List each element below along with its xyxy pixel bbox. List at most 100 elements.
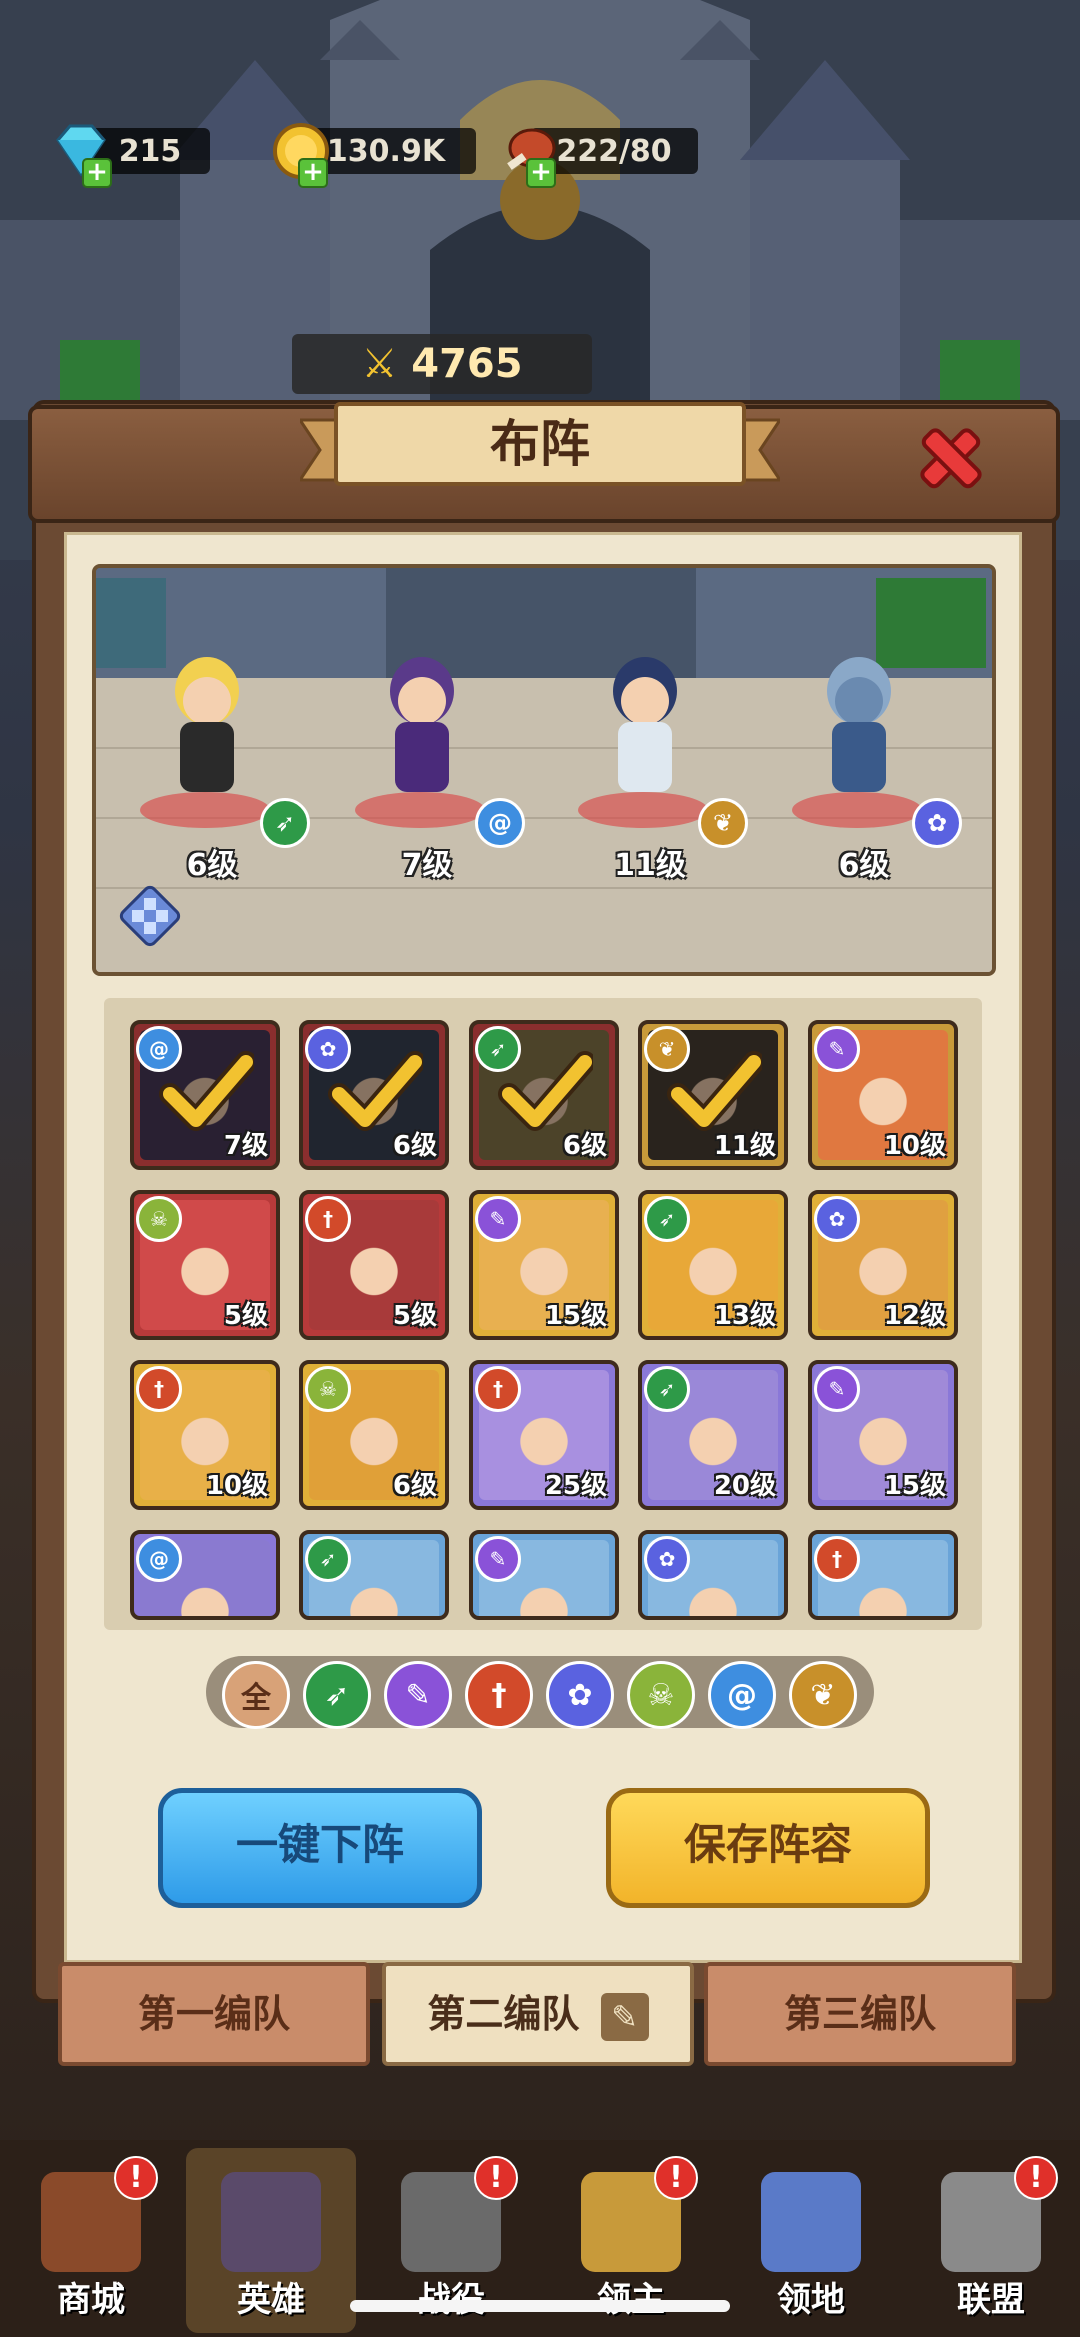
bow-class-icon: ➶	[644, 1196, 690, 1242]
hero-level: 20级	[713, 1471, 776, 1501]
tab-team-3-label: 第三编队	[783, 1992, 936, 2036]
nav-label: 联盟	[957, 2280, 1025, 2320]
nav-label: 英雄	[237, 2280, 305, 2320]
skull-class-icon: ☠	[305, 1366, 351, 1412]
hero-level: 6级	[392, 1131, 437, 1161]
hero-card[interactable]: @	[130, 1530, 280, 1620]
tab-team-1-label: 第一编队	[137, 1992, 290, 2036]
stamina-plus-button[interactable]: +	[526, 158, 556, 188]
hero-card[interactable]: †	[808, 1530, 958, 1620]
hero-card[interactable]: ✿ 12级	[808, 1190, 958, 1340]
hero-card[interactable]: † 10级	[130, 1360, 280, 1510]
swirl-class-icon: @	[136, 1536, 182, 1582]
hero-level: 7级	[401, 848, 453, 883]
hero-card[interactable]: † 5级	[299, 1190, 449, 1340]
team-power: ⚔ 4765	[292, 334, 592, 394]
hero-card[interactable]: ☠ 5级	[130, 1190, 280, 1340]
filter-swirl[interactable]: @	[708, 1661, 776, 1729]
gems-value: 215	[118, 133, 182, 169]
hero-level: 11级	[614, 848, 686, 883]
tab-team-2[interactable]: 第二编队 ✎	[382, 1962, 694, 2066]
hero-level: 6级	[838, 848, 890, 883]
hero-card[interactable]: ❦ 11级	[638, 1020, 788, 1170]
hero-level: 15级	[883, 1471, 946, 1501]
hero-card[interactable]: ✎ 10级	[808, 1020, 958, 1170]
staff-class-icon: ✎	[814, 1026, 860, 1072]
formation-grid-icon[interactable]	[114, 880, 186, 952]
home-indicator[interactable]	[350, 2300, 730, 2312]
nav-item-1[interactable]: 英雄	[186, 2148, 356, 2333]
close-icon[interactable]	[910, 418, 992, 500]
hero-figure[interactable]	[580, 646, 710, 806]
sword-class-icon: †	[475, 1366, 521, 1412]
alert-badge-icon: !	[654, 2156, 698, 2200]
paw-class-icon: ✿	[814, 1196, 860, 1242]
nav-label: 战役	[366, 2272, 536, 2321]
alert-badge-icon: !	[474, 2156, 518, 2200]
sword-class-icon: †	[136, 1366, 182, 1412]
gems-plus-button[interactable]: +	[82, 158, 112, 188]
nav-icon	[221, 2172, 321, 2272]
nav-item-4[interactable]: 领地	[726, 2148, 896, 2333]
tab-team-2-label: 第二编队	[427, 1992, 580, 2036]
gold-plus-button[interactable]: +	[298, 158, 328, 188]
hero-level: 5级	[392, 1301, 437, 1331]
hero-card[interactable]: ✎ 15级	[808, 1360, 958, 1510]
unequip-all-button[interactable]: 一键下阵	[158, 1788, 482, 1908]
bow-class-icon: ➶	[644, 1366, 690, 1412]
hero-card[interactable]: ➶ 13级	[638, 1190, 788, 1340]
bow-class-icon: ➶	[305, 1536, 351, 1582]
hero-figure[interactable]	[142, 646, 272, 806]
hero-level: 25级	[544, 1471, 607, 1501]
nav-label: 领地	[777, 2280, 845, 2320]
hero-level: 10级	[205, 1471, 268, 1501]
hero-level: 11级	[713, 1131, 776, 1161]
hero-level: 6级	[392, 1471, 437, 1501]
filter-sword[interactable]: †	[465, 1661, 533, 1729]
hero-card[interactable]: ✿ 6级	[299, 1020, 449, 1170]
hero-figure[interactable]	[794, 646, 924, 806]
nav-item-5[interactable]: ! 联盟	[906, 2148, 1076, 2333]
staff-class-icon: ✎	[475, 1536, 521, 1582]
tab-team-1[interactable]: 第一编队	[58, 1962, 370, 2066]
filter-paw[interactable]: ✿	[546, 1661, 614, 1729]
stamina-value: 222/80	[556, 133, 672, 169]
staff-class-icon: ✎	[475, 1196, 521, 1242]
hero-level: 13级	[713, 1301, 776, 1331]
hero-figure[interactable]	[357, 646, 487, 806]
hero-level: 7级	[223, 1131, 268, 1161]
edit-icon[interactable]: ✎	[600, 1992, 649, 2041]
alert-badge-icon: !	[114, 2156, 158, 2200]
save-formation-button[interactable]: 保存阵容	[606, 1788, 930, 1908]
hero-card[interactable]: ➶	[299, 1530, 449, 1620]
hero-card[interactable]: ➶ 20级	[638, 1360, 788, 1510]
filter-bow[interactable]: ➶	[303, 1661, 371, 1729]
hero-level: 15级	[544, 1301, 607, 1331]
hero-card[interactable]: ✿	[638, 1530, 788, 1620]
panel-title: 布阵	[490, 415, 590, 473]
alert-badge-icon: !	[1014, 2156, 1058, 2200]
hero-level: 6级	[562, 1131, 607, 1161]
filter-wing[interactable]: ❦	[789, 1661, 857, 1729]
hero-card[interactable]: ➶ 6级	[469, 1020, 619, 1170]
nav-label: 商城	[57, 2280, 125, 2320]
filter-staff[interactable]: ✎	[384, 1661, 452, 1729]
filter-all[interactable]: 全	[222, 1661, 290, 1729]
hero-level: 5级	[223, 1301, 268, 1331]
hero-level: 10级	[883, 1131, 946, 1161]
hero-card[interactable]: ☠ 6级	[299, 1360, 449, 1510]
hero-card[interactable]: ✎ 15级	[469, 1190, 619, 1340]
tab-team-3[interactable]: 第三编队	[704, 1962, 1016, 2066]
nav-label: 领主	[546, 2272, 716, 2321]
sword-class-icon: †	[305, 1196, 351, 1242]
power-sword-icon: ⚔	[361, 341, 398, 387]
nav-item-0[interactable]: ! 商城	[6, 2148, 176, 2333]
staff-class-icon: ✎	[814, 1366, 860, 1412]
skull-class-icon: ☠	[136, 1196, 182, 1242]
hero-card[interactable]: ✎	[469, 1530, 619, 1620]
hero-level: 6级	[186, 848, 238, 883]
gold-value: 130.9K	[326, 133, 446, 169]
hero-card[interactable]: @7级	[130, 1020, 280, 1170]
filter-skull[interactable]: ☠	[627, 1661, 695, 1729]
hero-card[interactable]: † 25级	[469, 1360, 619, 1510]
